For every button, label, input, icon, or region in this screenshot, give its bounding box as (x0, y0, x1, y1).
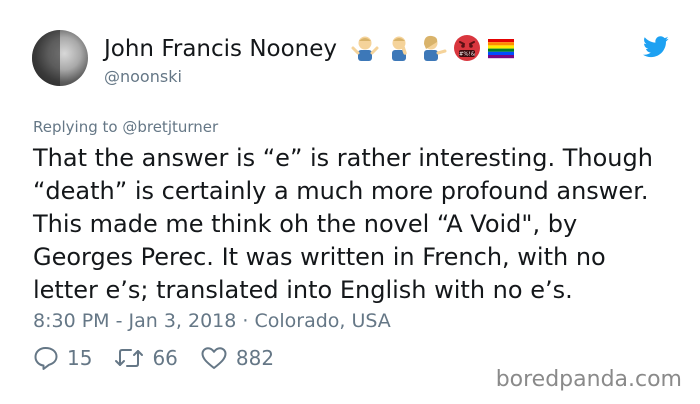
rainbow-flag-icon (488, 39, 514, 59)
user-handle[interactable]: @noonski (104, 67, 182, 86)
heart-icon (201, 347, 227, 369)
retweet-count: 66 (152, 346, 178, 370)
person-facepalming-icon (392, 36, 407, 61)
like-count: 882 (235, 346, 275, 370)
user-name[interactable]: John Francis Nooney (104, 36, 337, 62)
face-with-symbols-on-mouth-icon: #%!& (454, 35, 480, 61)
tweet-timestamp[interactable]: 8:30 PM - Jan 3, 2018 · Colorado, USA (33, 310, 391, 332)
reply-bubble-icon (34, 347, 58, 370)
name-emojis: #%!& (350, 33, 516, 63)
reply-count: 15 (67, 346, 93, 370)
twitter-bird-icon[interactable] (643, 36, 669, 58)
retweet-icon (115, 349, 144, 367)
reply-to-handle-link[interactable]: @bretjturner (122, 118, 218, 136)
person-tipping-hand-icon (424, 35, 447, 61)
retweet-button[interactable]: 66 (114, 346, 178, 370)
reply-button[interactable]: 15 (33, 346, 92, 370)
person-shrugging-icon (351, 36, 379, 61)
like-button[interactable]: 882 (200, 346, 274, 370)
reply-context: Replying to @bretjturner (33, 118, 218, 136)
tweet-actions: 15 66 882 (33, 346, 296, 370)
watermark: boredpanda.com (495, 367, 682, 392)
reply-prefix: Replying to (33, 118, 123, 136)
tweet-text: That the answer is “e” is rather interes… (33, 144, 653, 304)
avatar[interactable] (32, 30, 88, 86)
svg-text:#%!&: #%!& (459, 52, 476, 58)
